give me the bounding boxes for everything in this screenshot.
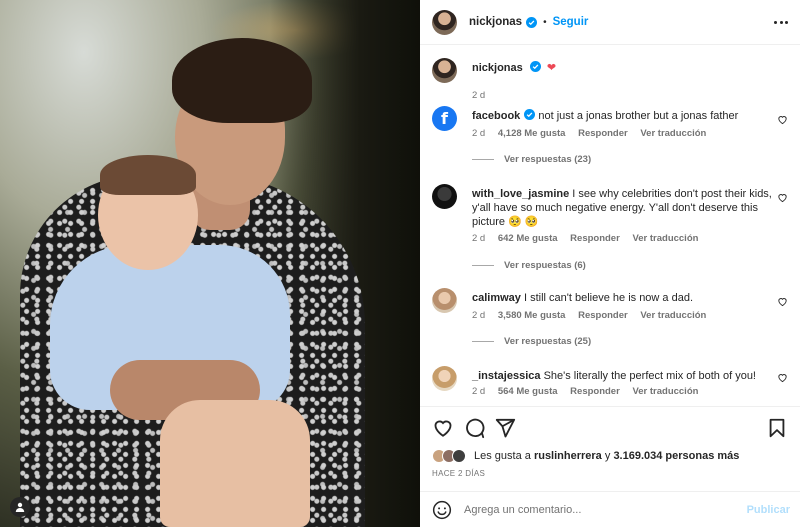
reply-button[interactable]: Responder	[578, 128, 628, 139]
comment-username[interactable]: calimway	[472, 292, 521, 304]
facebook-avatar[interactable]: f	[432, 106, 457, 131]
reply-button[interactable]: Responder	[570, 386, 620, 397]
heart-icon[interactable]	[432, 417, 454, 439]
comment-text: calimway I still can't believe he is now…	[472, 291, 772, 305]
comment-time[interactable]: 2 d	[472, 128, 485, 139]
comment-time[interactable]: 2 d	[472, 310, 485, 321]
comment-item: with_love_jasmine I see why celebrities …	[432, 184, 788, 279]
comment-icon[interactable]	[463, 417, 485, 439]
comment-meta: 2 d 642 Me gusta Responder Ver traducció…	[472, 233, 708, 244]
post-header: nickjonas • Seguir	[420, 0, 800, 45]
comment-time[interactable]: 2 d	[472, 233, 485, 244]
verified-icon	[524, 109, 536, 120]
caption: nickjonas ❤ 2 d	[432, 58, 788, 103]
comment-meta: 2 d 3,580 Me gusta Responder Ver traducc…	[472, 310, 716, 321]
comment-likes[interactable]: 3,580 Me gusta	[498, 310, 566, 321]
comment-text: facebook not just a jonas brother but a …	[472, 109, 772, 123]
avatar[interactable]	[432, 366, 457, 391]
translate-button[interactable]: Ver traducción	[640, 128, 706, 139]
caption-username[interactable]: nickjonas	[472, 62, 523, 74]
smiley-icon[interactable]	[432, 500, 452, 520]
avatar[interactable]	[432, 9, 457, 35]
caption-text: nickjonas ❤	[472, 61, 772, 75]
post-details-panel: nickjonas • Seguir nickjonas ❤ 2 d f fac…	[420, 0, 800, 527]
heart-emoji: ❤	[546, 62, 557, 74]
avatar[interactable]	[432, 184, 457, 209]
verified-icon	[529, 61, 541, 72]
liker-avatars[interactable]	[432, 449, 466, 463]
comment-likes[interactable]: 4,128 Me gusta	[498, 128, 566, 139]
view-replies[interactable]: Ver respuestas (6)	[472, 260, 586, 271]
comment-time[interactable]: 2 d	[472, 386, 485, 397]
view-replies[interactable]: Ver respuestas (23)	[472, 154, 591, 165]
translate-button[interactable]: Ver traducción	[640, 310, 706, 321]
heart-icon[interactable]	[777, 114, 788, 125]
avatar[interactable]	[432, 288, 457, 313]
more-options-icon[interactable]	[774, 16, 788, 28]
comment-username[interactable]: facebook	[472, 110, 520, 122]
likes-others[interactable]: 3.169.034 personas más	[613, 450, 739, 462]
comment-username[interactable]: _instajessica	[472, 370, 541, 382]
heart-icon[interactable]	[777, 372, 788, 383]
photo-man-hair	[172, 38, 312, 123]
likes-summary: Les gusta a ruslinherrera y 3.169.034 pe…	[432, 449, 739, 463]
post-image[interactable]	[0, 0, 420, 527]
likes-user[interactable]: ruslinherrera	[534, 450, 602, 462]
header-username[interactable]: nickjonas	[469, 16, 522, 28]
photo-baby-hair	[100, 155, 196, 195]
comment-input[interactable]	[464, 504, 734, 516]
comment-meta: 2 d 4,128 Me gusta Responder Ver traducc…	[472, 128, 716, 139]
comment-text: _instajessica She's literally the perfec…	[472, 369, 772, 383]
separator-dot: •	[543, 16, 547, 28]
publish-button[interactable]: Publicar	[747, 504, 790, 516]
comment-content: I still can't believe he is now a dad.	[523, 292, 694, 304]
post-modal: nickjonas • Seguir nickjonas ❤ 2 d f fac…	[0, 0, 800, 527]
comment-meta: 2 d 564 Me gusta Responder Ver traducció…	[472, 386, 708, 397]
comment-text: with_love_jasmine I see why celebrities …	[472, 187, 772, 229]
post-time[interactable]: HACE 2 DÍAS	[432, 469, 485, 478]
caption-meta: 2 d	[472, 90, 495, 101]
action-bar	[432, 417, 788, 441]
comment-likes[interactable]: 564 Me gusta	[498, 386, 558, 397]
comments-list: nickjonas ❤ 2 d f facebook not just a jo…	[420, 46, 800, 406]
photo-baby-legs	[160, 400, 310, 527]
likes-connector: y	[604, 450, 611, 462]
reply-button[interactable]: Responder	[570, 233, 620, 244]
reply-button[interactable]: Responder	[578, 310, 628, 321]
bookmark-icon[interactable]	[766, 417, 788, 439]
view-replies[interactable]: Ver respuestas (25)	[472, 336, 591, 347]
comment-username[interactable]: with_love_jasmine	[472, 188, 569, 200]
comment-content: She's literally the perfect mix of both …	[543, 370, 756, 382]
post-footer: Les gusta a ruslinherrera y 3.169.034 pe…	[420, 406, 800, 527]
add-comment-bar: Publicar	[420, 491, 800, 527]
translate-button[interactable]: Ver traducción	[632, 233, 698, 244]
caption-time[interactable]: 2 d	[472, 90, 485, 101]
verified-icon	[526, 16, 538, 28]
heart-icon[interactable]	[777, 296, 788, 307]
avatar[interactable]	[432, 58, 457, 83]
likes-prefix: Les gusta a	[474, 450, 531, 462]
comment-item: _instajessica She's literally the perfec…	[432, 366, 788, 406]
heart-icon[interactable]	[777, 192, 788, 203]
paper-plane-icon[interactable]	[494, 417, 516, 439]
translate-button[interactable]: Ver traducción	[632, 386, 698, 397]
comment-content: not just a jonas brother but a jonas fat…	[538, 110, 739, 122]
user-tag-icon[interactable]	[10, 497, 30, 517]
comment-item: calimway I still can't believe he is now…	[432, 288, 788, 358]
comment-likes[interactable]: 642 Me gusta	[498, 233, 558, 244]
follow-button[interactable]: Seguir	[553, 16, 589, 28]
comment-item: f facebook not just a jonas brother but …	[432, 106, 788, 176]
